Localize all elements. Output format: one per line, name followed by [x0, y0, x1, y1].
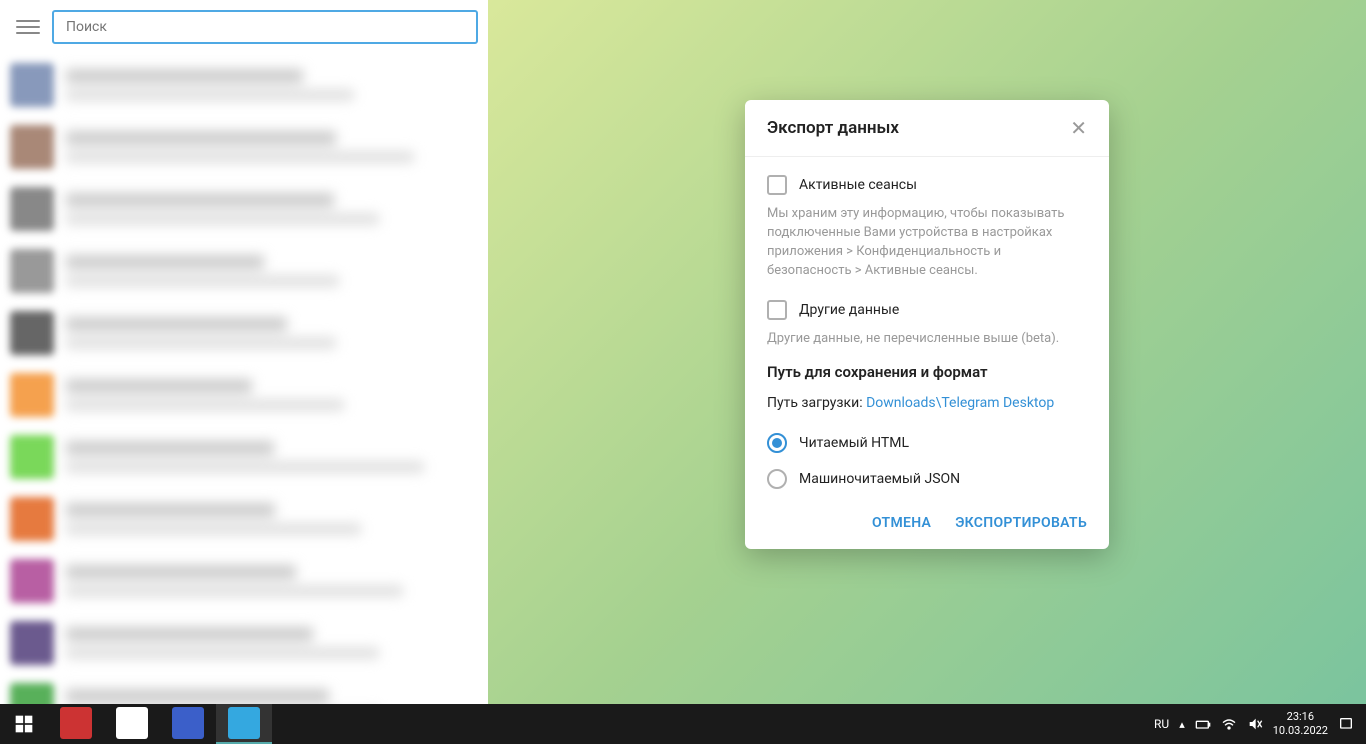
chat-info	[66, 255, 478, 287]
chat-info	[66, 317, 478, 349]
avatar	[10, 683, 54, 704]
time-text: 23:16	[1273, 710, 1328, 724]
search-input[interactable]	[52, 10, 478, 44]
start-button[interactable]	[0, 704, 48, 744]
close-icon[interactable]: ✕	[1070, 118, 1087, 138]
chat-item[interactable]	[0, 116, 488, 178]
radio-option[interactable]: Читаемый HTML	[767, 425, 1087, 461]
chat-info	[66, 689, 478, 704]
path-label: Путь загрузки:	[767, 395, 866, 411]
radio-option[interactable]: Машиночитаемый JSON	[767, 461, 1087, 497]
avatar	[10, 621, 54, 665]
taskbar-app[interactable]	[48, 704, 104, 744]
chat-info	[66, 441, 478, 473]
chat-item[interactable]	[0, 488, 488, 550]
avatar	[10, 125, 54, 169]
battery-icon[interactable]	[1195, 716, 1211, 732]
chat-info	[66, 69, 478, 101]
avatar	[10, 497, 54, 541]
chat-item[interactable]	[0, 550, 488, 612]
chat-item[interactable]	[0, 364, 488, 426]
clock[interactable]: 23:16 10.03.2022	[1273, 710, 1328, 738]
system-tray: RU ▴ 23:16 10.03.2022	[1154, 710, 1366, 738]
option-description: Мы храним эту информацию, чтобы показыва…	[767, 205, 1087, 280]
dialog-title: Экспорт данных	[767, 118, 899, 138]
language-indicator[interactable]: RU	[1154, 717, 1169, 731]
option-description: Другие данные, не перечисленные выше (be…	[767, 330, 1087, 349]
chat-item[interactable]	[0, 674, 488, 704]
checkbox-option[interactable]: Другие данные	[767, 294, 1087, 326]
chat-info	[66, 503, 478, 535]
section-title: Путь для сохранения и формат	[767, 363, 1087, 381]
radio-label: Читаемый HTML	[799, 435, 909, 451]
chat-item[interactable]	[0, 54, 488, 116]
checkbox-icon	[767, 175, 787, 195]
dialog-body[interactable]: Активные сеансы Мы храним эту информацию…	[745, 157, 1109, 497]
dialog-header: Экспорт данных ✕	[745, 100, 1109, 157]
chat-item[interactable]	[0, 426, 488, 488]
avatar	[10, 311, 54, 355]
avatar	[10, 249, 54, 293]
taskbar: RU ▴ 23:16 10.03.2022	[0, 704, 1366, 744]
export-button[interactable]: ЭКСПОРТИРОВАТЬ	[955, 515, 1087, 531]
option-label: Активные сеансы	[799, 177, 917, 193]
avatar	[10, 559, 54, 603]
chat-item[interactable]	[0, 178, 488, 240]
checkbox-icon	[767, 300, 787, 320]
avatar	[10, 435, 54, 479]
chat-info	[66, 131, 478, 163]
sidebar	[0, 0, 488, 704]
date-text: 10.03.2022	[1273, 724, 1328, 738]
radio-icon	[767, 433, 787, 453]
chat-item[interactable]	[0, 302, 488, 364]
avatar	[10, 187, 54, 231]
volume-icon[interactable]	[1247, 716, 1263, 732]
chat-item[interactable]	[0, 612, 488, 674]
taskbar-app[interactable]	[216, 704, 272, 744]
chat-info	[66, 565, 478, 597]
download-path-row: Путь загрузки: Downloads\Telegram Deskto…	[767, 395, 1087, 411]
menu-button[interactable]	[16, 15, 40, 39]
chat-info	[66, 193, 478, 225]
taskbar-app[interactable]	[104, 704, 160, 744]
chat-list[interactable]	[0, 54, 488, 704]
avatar	[10, 373, 54, 417]
notifications-icon[interactable]	[1338, 716, 1354, 732]
tray-chevron-icon[interactable]: ▴	[1179, 718, 1185, 731]
cancel-button[interactable]: ОТМЕНА	[872, 515, 931, 531]
chat-item[interactable]	[0, 240, 488, 302]
dialog-footer: ОТМЕНА ЭКСПОРТИРОВАТЬ	[745, 497, 1109, 549]
chat-info	[66, 379, 478, 411]
wifi-icon[interactable]	[1221, 716, 1237, 732]
export-dialog: Экспорт данных ✕ Активные сеансы Мы хран…	[745, 100, 1109, 549]
avatar	[10, 63, 54, 107]
checkbox-option[interactable]: Активные сеансы	[767, 169, 1087, 201]
path-link[interactable]: Downloads\Telegram Desktop	[866, 395, 1054, 411]
main-area: е, кому хотели бы написать Экспорт данны…	[488, 0, 1366, 704]
radio-label: Машиночитаемый JSON	[799, 471, 960, 487]
chat-info	[66, 627, 478, 659]
modal-backdrop: Экспорт данных ✕ Активные сеансы Мы хран…	[488, 0, 1366, 704]
option-label: Другие данные	[799, 302, 899, 318]
radio-icon	[767, 469, 787, 489]
taskbar-app[interactable]	[160, 704, 216, 744]
sidebar-header	[0, 0, 488, 54]
